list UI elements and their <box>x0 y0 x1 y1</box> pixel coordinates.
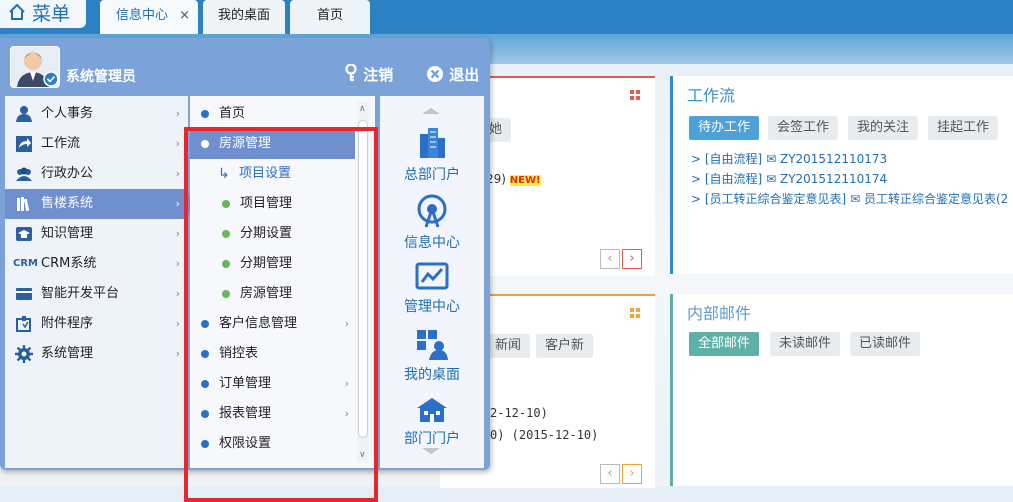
category-admin-office[interactable]: 行政办公 › <box>5 159 188 189</box>
category-knowledge[interactable]: 知识管理 › <box>5 219 188 249</box>
workflow-title: 工作流 <box>687 86 736 105</box>
workflow-item[interactable]: > [自由流程] ✉ ZY201512110173 <box>691 150 887 167</box>
tab-home[interactable]: 首页 <box>290 0 370 34</box>
cap-icon <box>16 227 32 241</box>
menu-button[interactable]: 菜单 <box>0 0 86 28</box>
portal-panel: 总部门户 信息中心 管理中心 我的桌面 部门门户 <box>380 96 484 468</box>
filter-following-button[interactable]: 我的关注 <box>848 116 919 140</box>
portal-my-desktop[interactable]: 我的桌面 <box>380 328 484 384</box>
workflow-item[interactable]: > [员工转正综合鉴定意见表] ✉ 员工转正综合鉴定意见表(2 <box>691 190 1008 207</box>
tab-my-desktop[interactable]: 我的桌面 <box>203 0 285 34</box>
menu-label: 菜单 <box>32 3 71 25</box>
internal-mail-card: 内部邮件 全部邮件 未读邮件 已读邮件 <box>670 294 1013 486</box>
mail-icon: ✉ <box>766 152 777 166</box>
plugin-icon <box>16 316 31 332</box>
date-line: 2-12-10) <box>490 406 548 420</box>
portal-management-center[interactable]: 管理中心 <box>380 262 484 316</box>
mail-icon: ✉ <box>850 192 861 206</box>
next-page-button[interactable]: › <box>622 464 642 484</box>
books-icon <box>17 197 30 212</box>
crm-icon: CRM <box>13 258 38 269</box>
next-page-button[interactable]: › <box>622 249 642 269</box>
portal-headquarters[interactable]: 总部门户 <box>380 126 484 184</box>
mail-title: 内部邮件 <box>687 304 752 323</box>
logout-label: 注销 <box>363 66 394 84</box>
portal-info-center[interactable]: 信息中心 <box>380 194 484 252</box>
category-sales-system[interactable]: 售楼系统 › <box>5 189 188 219</box>
category-attachment[interactable]: 附件程序 › <box>5 309 188 339</box>
grid-icon[interactable] <box>630 90 640 100</box>
avatar <box>10 46 60 88</box>
date-line: 0) (2015-12-10) <box>490 428 599 442</box>
desktop-icon <box>417 330 448 360</box>
card-text-partial: 29) NEW! <box>486 172 541 186</box>
workflow-card: 工作流 待办工作 会签工作 我的关注 挂起工作 > [自由流程] ✉ ZY201… <box>670 76 1013 274</box>
exit-label: 退出 <box>449 66 480 84</box>
category-crm[interactable]: CRM CRM系统 › <box>5 249 188 279</box>
scroll-up-icon: ∧ <box>359 104 366 114</box>
user-name: 系统管理员 <box>66 69 136 85</box>
scroll-up-icon[interactable] <box>422 108 440 114</box>
highlight-box <box>184 127 378 502</box>
workflow-arrow-icon <box>16 136 32 152</box>
category-personal[interactable]: 个人事务 › <box>5 99 188 129</box>
news-tab[interactable]: 新闻 <box>486 334 531 358</box>
category-system-admin[interactable]: 系统管理 › <box>5 339 188 369</box>
tab-label: 信息中心 <box>115 8 168 23</box>
submenu-item-home[interactable]: 首页 <box>190 99 355 129</box>
prev-page-button[interactable]: ‹ <box>600 249 620 269</box>
start-menu-popup: 系统管理员 注销 退出 个人事务 › 工作流 › 行政办公 › 售楼系统 › 知识管理 <box>0 38 490 502</box>
tab-label: 首页 <box>316 8 343 23</box>
gear-icon <box>15 345 33 363</box>
key-icon <box>344 63 363 84</box>
scroll-down-icon[interactable] <box>422 448 440 454</box>
category-workflow[interactable]: 工作流 › <box>5 129 188 159</box>
chart-icon <box>415 262 449 290</box>
card-icon <box>16 288 32 300</box>
filter-todo-button[interactable]: 待办工作 <box>689 116 760 140</box>
category-menu: 个人事务 › 工作流 › 行政办公 › 售楼系统 › 知识管理 › CRM CRM系统 › … <box>5 96 188 468</box>
new-badge: NEW! <box>509 175 541 186</box>
grid-icon[interactable] <box>630 308 640 318</box>
portal-department[interactable]: 部门门户 <box>380 396 484 448</box>
filter-countersign-button[interactable]: 会签工作 <box>768 116 839 140</box>
home-icon <box>8 1 26 29</box>
buildings-icon <box>420 128 445 158</box>
house-icon <box>417 398 447 422</box>
mail-icon: ✉ <box>766 172 777 186</box>
filter-all-mail-button[interactable]: 全部邮件 <box>689 332 760 356</box>
tab-info-center[interactable]: 信息中心 × <box>100 0 198 34</box>
category-dev-platform[interactable]: 智能开发平台 › <box>5 279 188 309</box>
filter-read-button[interactable]: 已读邮件 <box>850 332 921 356</box>
user-icon <box>16 106 32 122</box>
filter-unread-button[interactable]: 未读邮件 <box>770 332 841 356</box>
group-icon <box>16 167 32 181</box>
tab-label: 我的桌面 <box>217 8 270 23</box>
workflow-item[interactable]: > [自由流程] ✉ ZY201512110174 <box>691 170 887 187</box>
customer-news-tab[interactable]: 客户新 <box>536 334 594 358</box>
prev-page-button[interactable]: ‹ <box>600 464 620 484</box>
filter-suspended-button[interactable]: 挂起工作 <box>928 116 999 140</box>
close-circle-icon <box>426 66 449 84</box>
broadcast-icon <box>417 194 447 228</box>
exit-button[interactable]: 退出 <box>426 64 479 85</box>
logout-button[interactable]: 注销 <box>344 63 394 85</box>
close-icon[interactable]: × <box>179 0 190 32</box>
